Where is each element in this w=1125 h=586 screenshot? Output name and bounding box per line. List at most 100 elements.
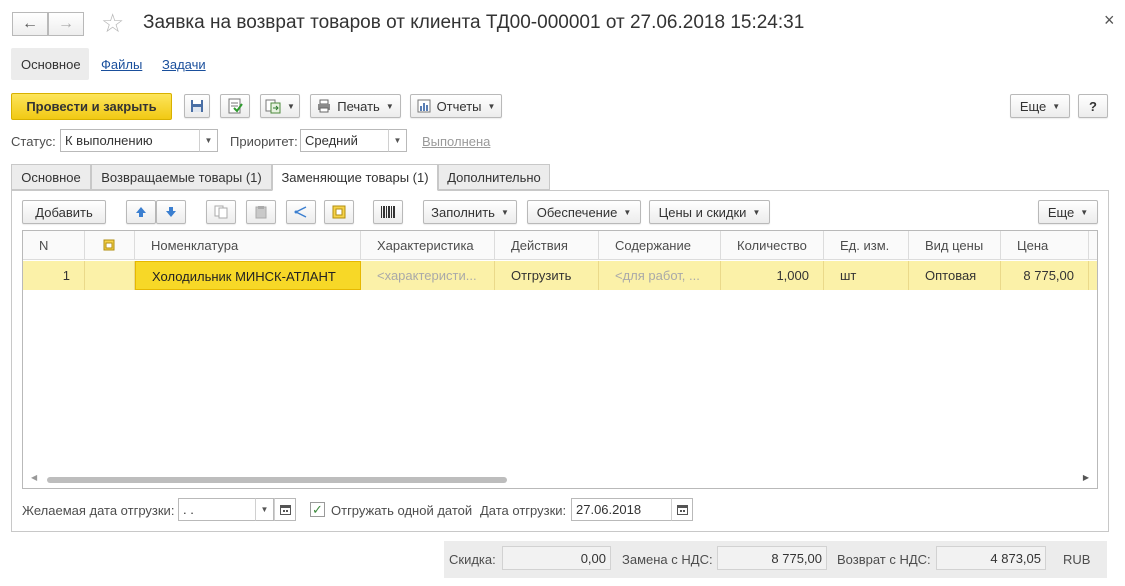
reports-button[interactable]: Отчеты ▼ [410,94,502,118]
forward-button[interactable]: → [48,12,84,36]
horizontal-scrollbar[interactable]: ◀ ▶ [31,473,1089,484]
cell-price-type[interactable]: Оптовая [909,261,1001,290]
replacement-value: 8 775,00 [717,546,827,570]
cell-content[interactable]: <для работ, ... [599,261,721,290]
column-header-item[interactable]: Номенклатура [135,231,361,260]
move-up-button[interactable] [126,200,156,224]
discount-label: Скидка: [449,552,496,567]
column-header-n[interactable]: N [23,231,85,260]
add-button[interactable]: Добавить [22,200,106,224]
reports-icon [417,99,431,113]
tab-replacement-goods[interactable]: Заменяющие товары (1) [272,164,438,191]
chevron-down-icon: ▼ [393,136,402,145]
chevron-down-icon: ▼ [260,505,269,514]
tab-main[interactable]: Основное [11,164,91,190]
cell-action[interactable]: Отгрузить [495,261,599,290]
ship-one-date-label[interactable]: Отгружать одной датой [331,503,472,518]
split-icon [294,206,307,218]
help-button[interactable]: ? [1078,94,1108,118]
arrow-down-icon [166,207,176,217]
copy-button[interactable] [206,200,236,224]
chevron-down-icon: ▼ [487,101,496,111]
more-button[interactable]: Еще ▼ [1010,94,1070,118]
column-header-price[interactable]: Цена [1001,231,1089,260]
page-title: Заявка на возврат товаров от клиента ТД0… [143,12,805,33]
column-header-action[interactable]: Действия [495,231,599,260]
column-header-qty[interactable]: Количество [721,231,824,260]
print-button[interactable]: Печать ▼ [310,94,401,118]
column-header-unit[interactable]: Ед. изм. [824,231,909,260]
cell-pick [85,261,135,290]
column-header-pick[interactable] [85,231,135,260]
supply-label: Обеспечение [536,204,618,220]
cell-qty[interactable]: 1,000 [721,261,824,290]
status-field[interactable]: К выполнению [60,129,200,152]
pick-items-icon [332,205,346,219]
discount-value: 0,00 [502,546,611,570]
calendar-icon [676,505,688,515]
desired-date-calendar-button[interactable] [274,498,296,521]
print-label: Печать [337,98,380,114]
cell-price[interactable]: 8 775,00 [1001,261,1089,290]
priority-field[interactable]: Средний [300,129,389,152]
nav-tab-files[interactable]: Файлы [101,57,142,72]
prices-discounts-button[interactable]: Цены и скидки ▼ [649,200,770,224]
replacement-label: Замена с НДС: [622,552,713,567]
table-more-button[interactable]: Еще ▼ [1038,200,1098,224]
forward-arrow-icon: → [58,15,74,32]
status-dropdown-button[interactable]: ▼ [199,129,218,152]
column-header-characteristic[interactable]: Характеристика [361,231,495,260]
cell-unit[interactable]: шт [824,261,909,290]
pick-items-icon [103,239,115,251]
scrollbar-thumb[interactable] [47,477,507,483]
fill-button[interactable]: Заполнить ▼ [423,200,517,224]
pick-button[interactable] [324,200,354,224]
move-down-button[interactable] [156,200,186,224]
copy-icon [214,205,228,219]
tab-additional[interactable]: Дополнительно [438,164,550,190]
currency-label: RUB [1063,552,1091,567]
create-based-on-icon [265,99,281,114]
column-header-price-type[interactable]: Вид цены [909,231,1001,260]
create-based-on-button[interactable]: ▼ [260,94,300,118]
post-and-close-button[interactable]: Провести и закрыть [11,93,172,120]
back-arrow-icon: ← [22,15,38,32]
close-icon[interactable]: × [1104,10,1115,31]
nav-tab-main[interactable]: Основное [21,57,81,72]
barcode-button[interactable] [373,200,403,224]
tab-returned-goods[interactable]: Возвращаемые товары (1) [91,164,272,190]
more-label: Еще [1019,98,1047,114]
prices-label: Цены и скидки [658,204,747,220]
cell-n: 1 [23,261,85,290]
split-button[interactable] [286,200,316,224]
back-button[interactable]: ← [12,12,48,36]
save-icon [191,100,203,112]
chevron-down-icon: ▼ [752,207,761,217]
ship-date-calendar-button[interactable] [671,498,693,521]
scroll-left-icon[interactable]: ◀ [31,473,37,482]
priority-dropdown-button[interactable]: ▼ [388,129,407,152]
paste-icon [255,206,267,219]
reports-label: Отчеты [436,98,482,114]
ship-date-field[interactable]: 27.06.2018 [571,498,672,521]
supply-button[interactable]: Обеспечение ▼ [527,200,641,224]
column-header-content[interactable]: Содержание [599,231,721,260]
cell-item[interactable]: Холодильник МИНСК-АТЛАНТ [135,261,361,290]
chevron-down-icon: ▼ [500,207,509,217]
goods-table[interactable]: N Номенклатура Характеристика Действия С… [22,230,1098,489]
save-button[interactable] [184,94,210,118]
post-button[interactable] [220,94,250,118]
favorite-star-icon[interactable]: ☆ [101,8,124,39]
done-link[interactable]: Выполнена [422,134,490,149]
desired-date-field[interactable]: . . [178,498,256,521]
fill-label: Заполнить [431,204,495,220]
desired-date-label: Желаемая дата отгрузки: [22,503,175,518]
return-value: 4 873,05 [936,546,1046,570]
cell-characteristic[interactable]: <характеристи... [361,261,495,290]
paste-button[interactable] [246,200,276,224]
ship-one-date-checkbox[interactable]: ✓ [310,502,325,517]
scroll-right-icon[interactable]: ▶ [1083,473,1089,482]
desired-date-dropdown[interactable]: ▼ [255,498,274,521]
nav-tab-tasks[interactable]: Задачи [162,57,206,72]
table-row[interactable]: 1 Холодильник МИНСК-АТЛАНТ <характеристи… [23,261,1097,290]
